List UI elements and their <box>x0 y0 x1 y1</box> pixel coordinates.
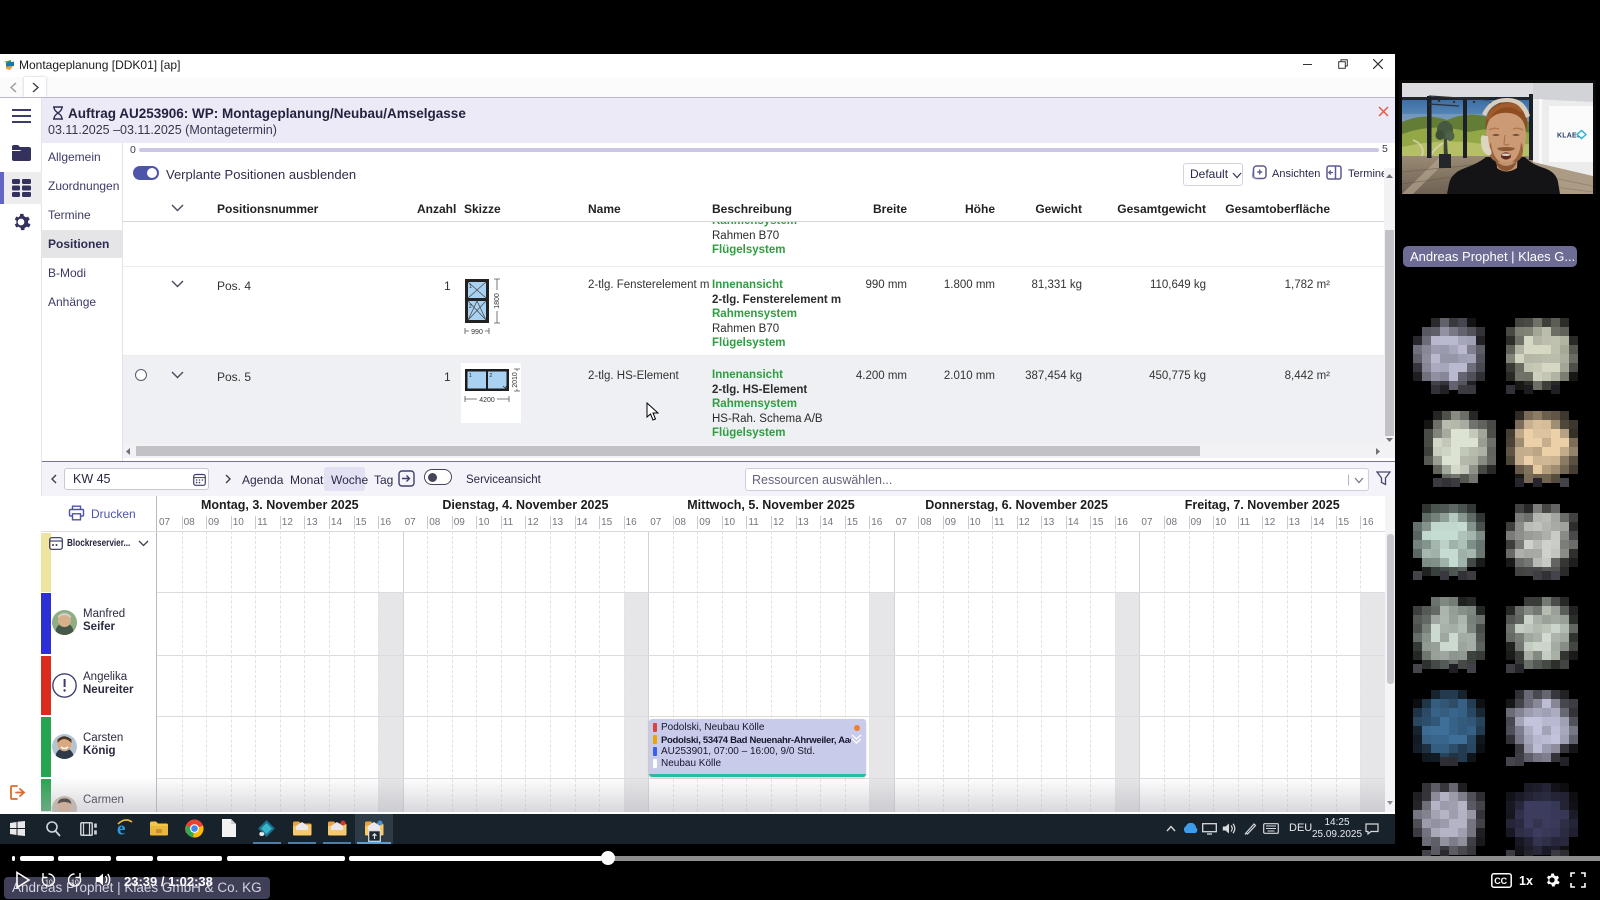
svg-text:4200: 4200 <box>479 397 495 404</box>
svg-text:2: 2 <box>469 304 472 310</box>
svg-text:10: 10 <box>71 880 79 887</box>
svg-text:2010: 2010 <box>512 372 519 388</box>
svg-text:2: 2 <box>490 373 493 379</box>
svg-text:1: 1 <box>469 373 472 379</box>
svg-text:1800: 1800 <box>494 293 501 309</box>
svg-text:1: 1 <box>469 284 472 290</box>
svg-text:10: 10 <box>45 880 53 887</box>
svg-text:CC: CC <box>1494 876 1507 886</box>
svg-text:990: 990 <box>471 329 483 336</box>
